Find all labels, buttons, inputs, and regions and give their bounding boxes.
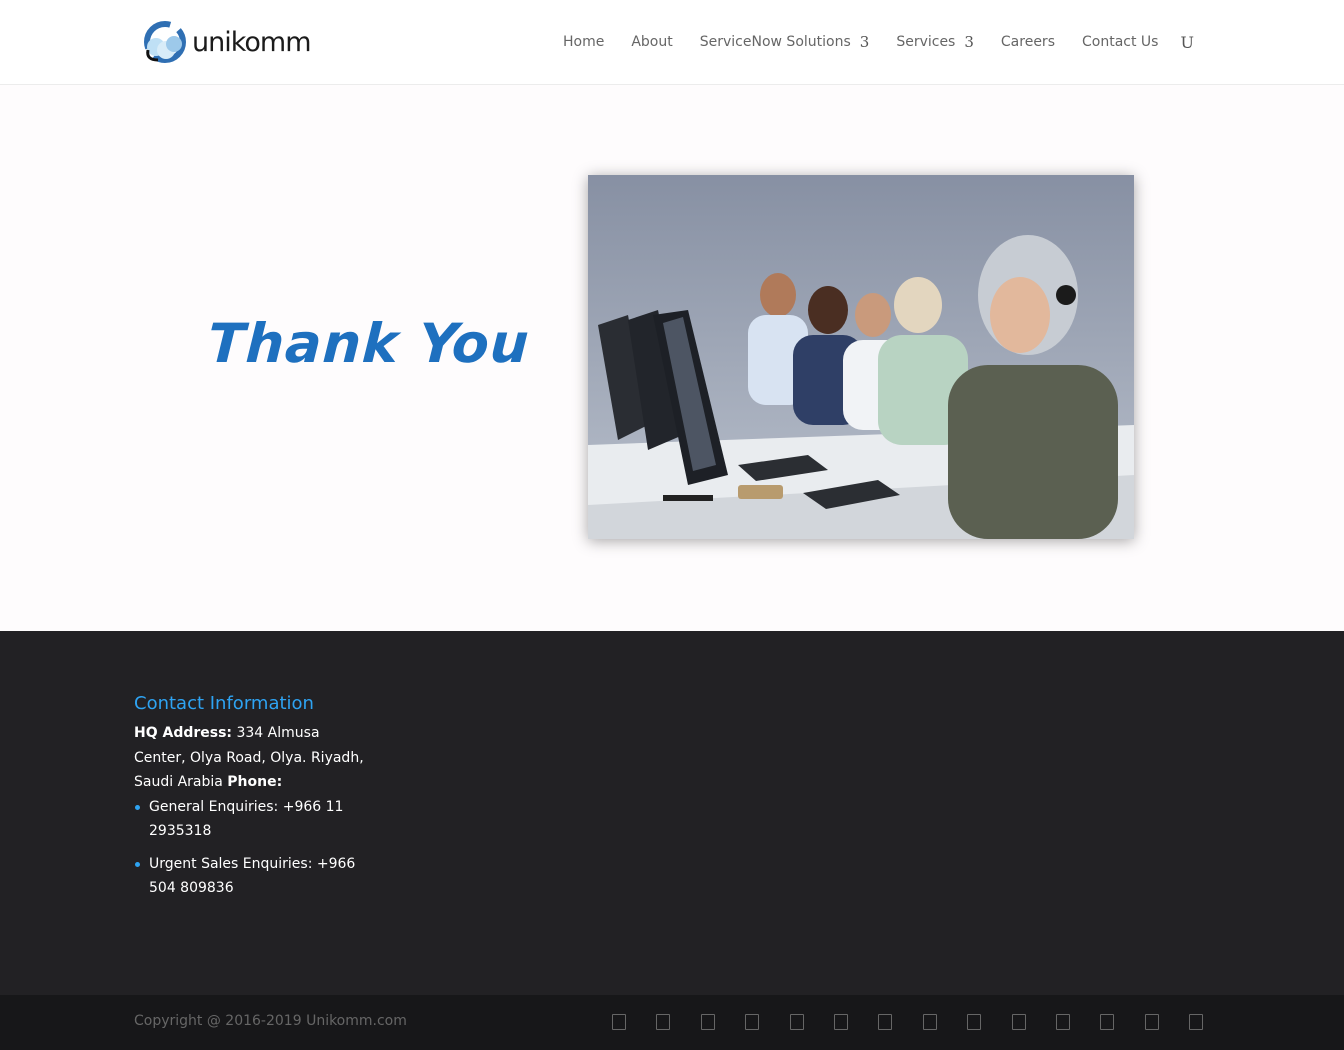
social-links [612, 1014, 1233, 1030]
social-icon[interactable] [1011, 1014, 1026, 1030]
nav-contact-label: Contact Us [1082, 34, 1159, 50]
list-item: General Enquiries: +966 11 2935318 [134, 795, 374, 844]
phone-label: Phone: [227, 774, 283, 790]
social-icon[interactable] [1055, 1014, 1070, 1030]
nav-careers-label: Careers [1000, 34, 1055, 50]
social-icon[interactable] [1144, 1014, 1159, 1030]
nav-servicenow-solutions[interactable]: ServiceNow Solutions 3 [700, 33, 870, 51]
call-center-photo [588, 175, 1134, 539]
nav-about[interactable]: About [631, 34, 672, 50]
social-icon[interactable] [833, 1014, 848, 1030]
social-icon[interactable] [656, 1014, 671, 1030]
copyright-text: Copyright @ 2016-2019 Unikomm.com [134, 1013, 407, 1029]
footer-bottom-bar: Copyright @ 2016-2019 Unikomm.com [0, 995, 1344, 1050]
nav-about-label: About [631, 34, 673, 50]
thank-you-heading: Thank You [206, 312, 532, 375]
social-icon[interactable] [700, 1014, 715, 1030]
logo-icon [144, 21, 186, 63]
social-icon[interactable] [612, 1014, 626, 1030]
nav-servicenow-label: ServiceNow Solutions [699, 34, 851, 50]
chevron-down-icon: 3 [964, 33, 974, 51]
logo-text: unikomm [192, 26, 312, 58]
nav-careers[interactable]: Careers [1001, 34, 1055, 50]
chevron-down-icon: 3 [859, 33, 870, 51]
nav-services[interactable]: Services 3 [896, 33, 974, 51]
list-item: Urgent Sales Enquiries: +966 504 809836 [134, 852, 374, 901]
social-icon[interactable] [745, 1014, 760, 1030]
site-footer: Contact Information HQ Address: 334 Almu… [0, 631, 1344, 995]
main-nav: Home About ServiceNow Solutions 3 Servic… [563, 33, 1194, 52]
phone-list: General Enquiries: +966 11 2935318 Urgen… [134, 795, 374, 901]
contact-information: Contact Information HQ Address: 334 Almu… [134, 691, 374, 909]
social-icon[interactable] [922, 1014, 937, 1030]
social-icon[interactable] [878, 1014, 893, 1030]
call-center-illustration [588, 175, 1134, 539]
social-icon[interactable] [1189, 1014, 1204, 1030]
contact-title: Contact Information [134, 693, 314, 714]
hq-label: HQ Address: [134, 725, 233, 741]
nav-home[interactable]: Home [563, 34, 604, 50]
site-logo[interactable]: unikomm [142, 20, 312, 64]
hq-address: HQ Address: 334 Almusa Center, Olya Road… [134, 721, 374, 795]
social-icon[interactable] [1100, 1014, 1115, 1030]
nav-home-label: Home [563, 34, 605, 50]
nav-services-label: Services [896, 34, 956, 50]
search-icon[interactable]: U [1180, 33, 1193, 52]
social-icon[interactable] [967, 1014, 982, 1030]
nav-contact-us[interactable]: Contact Us [1082, 34, 1158, 50]
social-icon[interactable] [789, 1014, 804, 1030]
site-header: unikomm Home About ServiceNow Solutions … [0, 0, 1344, 85]
